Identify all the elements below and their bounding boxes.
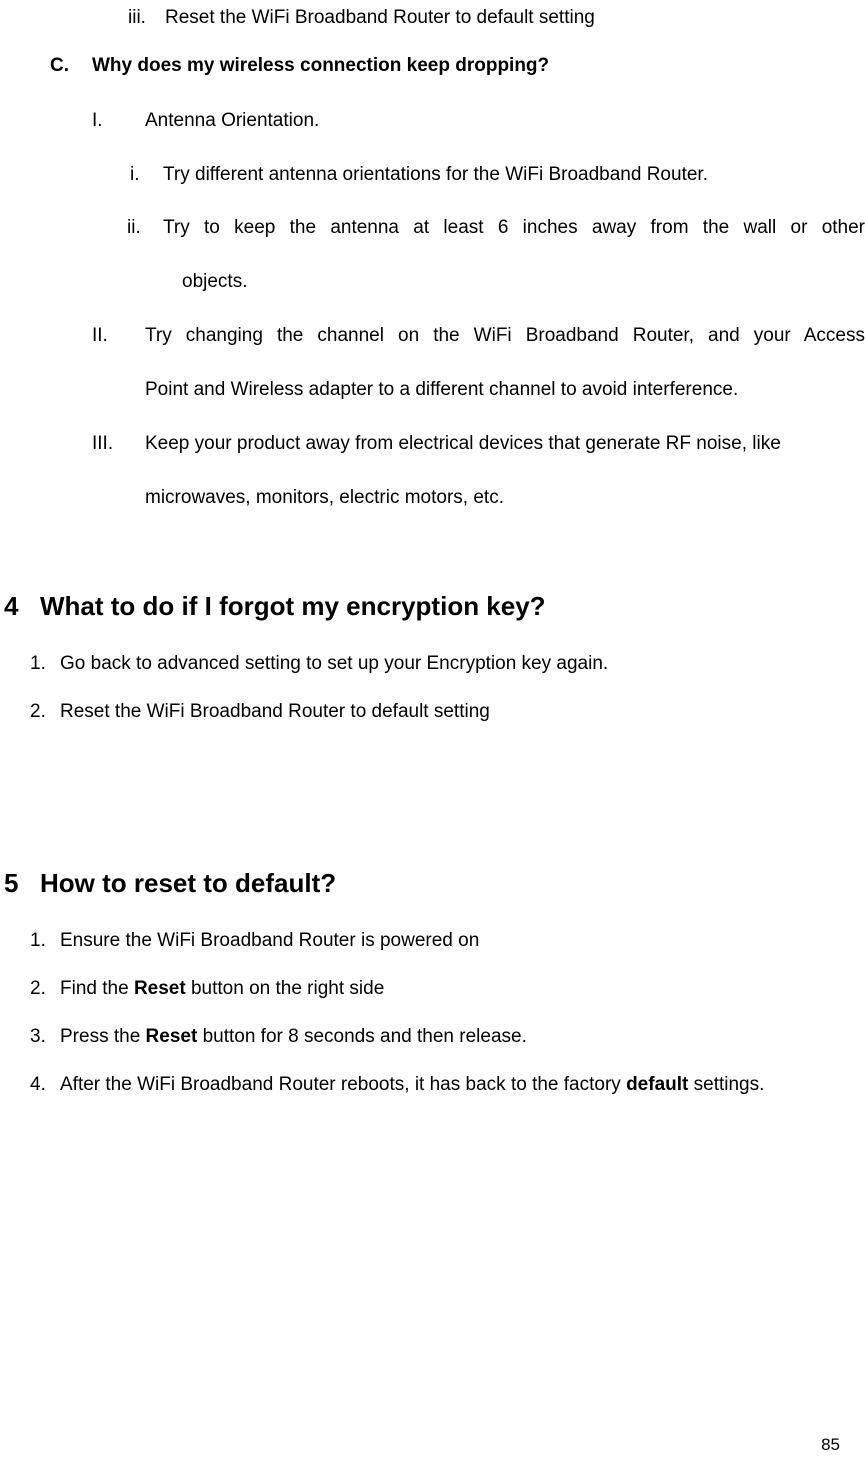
- list-text-continuation: objects.: [182, 269, 247, 296]
- list-marker: I.: [92, 108, 103, 135]
- list-text-continuation: microwaves, monitors, electric motors, e…: [145, 485, 504, 512]
- section-heading: How to reset to default?: [40, 865, 336, 901]
- list-marker: ii.: [127, 215, 141, 242]
- document-page: iii. Reset the WiFi Broadband Router to …: [0, 0, 865, 1475]
- list-marker: II.: [92, 323, 108, 350]
- list-text: Try to keep the antenna at least 6 inche…: [163, 215, 865, 242]
- page-number: 85: [821, 1435, 840, 1455]
- list-text: Go back to advanced setting to set up yo…: [60, 651, 608, 678]
- list-text: Ensure the WiFi Broadband Router is powe…: [60, 928, 479, 955]
- list-marker: III.: [92, 431, 113, 458]
- list-text: Press the Reset button for 8 seconds and…: [60, 1024, 527, 1051]
- list-marker: 2.: [30, 699, 46, 726]
- bold-term: default: [626, 1074, 688, 1095]
- question-heading: Why does my wireless connection keep dro…: [92, 53, 549, 80]
- list-text: Antenna Orientation.: [145, 108, 319, 135]
- section-number: 5: [4, 865, 18, 901]
- list-marker: C.: [50, 53, 69, 80]
- section-heading: What to do if I forgot my encryption key…: [40, 588, 546, 624]
- list-text: After the WiFi Broadband Router reboots,…: [60, 1072, 764, 1099]
- text-fragment: button on the right side: [186, 978, 385, 999]
- list-text: Reset the WiFi Broadband Router to defau…: [60, 699, 490, 726]
- text-fragment: settings.: [688, 1074, 764, 1095]
- list-text-continuation: Point and Wireless adapter to a differen…: [145, 377, 738, 404]
- text-fragment: Find the: [60, 978, 134, 999]
- text-fragment: Press the: [60, 1026, 146, 1047]
- list-marker: 1.: [30, 928, 46, 955]
- list-marker: i.: [130, 162, 140, 189]
- list-text: Try changing the channel on the WiFi Bro…: [145, 323, 865, 350]
- text-fragment: button for 8 seconds and then release.: [197, 1026, 527, 1047]
- list-text: Try different antenna orientations for t…: [163, 162, 708, 189]
- section-number: 4: [4, 588, 18, 624]
- list-text: Reset the WiFi Broadband Router to defau…: [165, 5, 595, 32]
- list-marker: iii.: [128, 5, 146, 32]
- list-text: Keep your product away from electrical d…: [145, 431, 781, 458]
- list-marker: 3.: [30, 1024, 46, 1051]
- list-marker: 1.: [30, 651, 46, 678]
- list-text: Find the Reset button on the right side: [60, 976, 384, 1003]
- list-marker: 4.: [30, 1072, 46, 1099]
- list-marker: 2.: [30, 976, 46, 1003]
- text-fragment: After the WiFi Broadband Router reboots,…: [60, 1074, 626, 1095]
- bold-term: Reset: [146, 1026, 198, 1047]
- bold-term: Reset: [134, 978, 186, 999]
